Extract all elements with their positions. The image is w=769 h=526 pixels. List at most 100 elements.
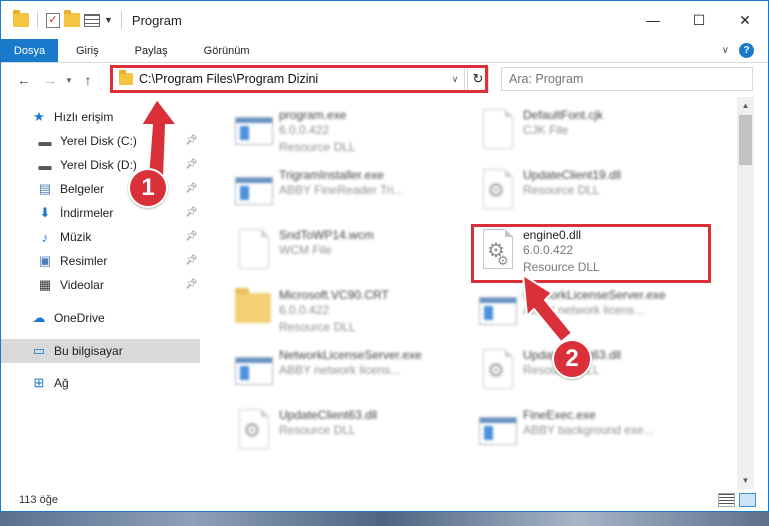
up-button[interactable]: ↑: [75, 72, 101, 88]
file-name: UpdateClient63.dll: [279, 408, 378, 422]
sidebar-item-label: Belgeler: [60, 182, 105, 196]
folder-icon: [13, 10, 29, 27]
file-description: ABBY FineReader Tri...: [279, 183, 404, 197]
application-icon: [477, 409, 519, 457]
file-name: FineExec.exe: [523, 408, 596, 422]
sidebar-item-local-disk-d[interactable]: ▬ Yerel Disk (D:) 📌︎: [1, 153, 200, 177]
file-item[interactable]: NetworkLicenseServer.exe ABBY network lic…: [227, 347, 457, 405]
sidebar-item-label: Müzik: [60, 230, 92, 244]
file-name: Microsoft.VC90.CRT: [279, 288, 389, 302]
large-icons-view-icon[interactable]: [739, 493, 756, 507]
file-item[interactable]: ⚙ UpdateClient63.dllResource DLL: [227, 407, 457, 465]
pin-icon[interactable]: 📌︎: [185, 183, 198, 194]
file-item[interactable]: SndToWP14.wcm WCM File: [227, 227, 457, 285]
sidebar-item-downloads[interactable]: ⬇ İndirmeler 📌︎: [1, 201, 200, 225]
file-description: ABBY network licens...: [279, 363, 401, 377]
title-bar: ✓ ▼ Program — ☐ ✕: [1, 1, 768, 39]
scroll-up-icon[interactable]: ▲: [737, 97, 754, 114]
sidebar-item-quick-access[interactable]: ★ Hızlı erişim: [1, 105, 200, 129]
ribbon-right-controls: ∨ ?: [722, 43, 754, 58]
document-icon: [233, 229, 275, 277]
scroll-down-icon[interactable]: ▼: [737, 472, 754, 489]
dll-gear-icon: ⚙: [477, 349, 519, 397]
file-type: WCM File: [279, 243, 332, 257]
pin-icon[interactable]: 📌︎: [185, 279, 198, 290]
file-name: program.exe: [279, 108, 347, 122]
file-item[interactable]: program.exe 6.0.0.422 Resource DLL: [227, 107, 457, 165]
view-options-icon[interactable]: [84, 13, 100, 27]
divider: [37, 11, 38, 29]
file-name: SndToWP14.wcm: [279, 228, 374, 242]
document-icon: [477, 109, 519, 157]
sidebar-item-label: Resimler: [60, 254, 108, 268]
back-button[interactable]: ←: [11, 72, 37, 88]
pin-icon[interactable]: 📌︎: [185, 159, 198, 170]
minimize-button[interactable]: —: [630, 1, 676, 39]
sidebar-item-label: Yerel Disk (D:): [60, 158, 137, 172]
customize-toolbar-chevron-icon[interactable]: ▼: [104, 15, 113, 25]
details-view-icon[interactable]: [718, 493, 735, 507]
close-button[interactable]: ✕: [722, 1, 768, 39]
file-name: DefaultFont.cjk: [523, 108, 604, 122]
tab-view[interactable]: Görünüm: [186, 39, 268, 62]
tab-share[interactable]: Paylaş: [117, 39, 186, 62]
expand-ribbon-chevron-icon[interactable]: ∨: [722, 45, 729, 56]
file-item[interactable]: ⚙ UpdateClient19.dll Resource DLL: [471, 167, 701, 225]
videos-icon: ▦: [38, 277, 52, 292]
window-title: Program: [131, 12, 182, 28]
application-icon: [233, 169, 275, 217]
file-version: 6.0.0.422: [279, 303, 330, 317]
pin-icon[interactable]: 📌︎: [185, 255, 198, 266]
download-icon: ⬇: [39, 205, 51, 220]
file-item[interactable]: FineExec.exe ABBY background exe...: [471, 407, 701, 465]
desktop-background: [0, 512, 769, 526]
properties-icon[interactable]: ✓: [46, 12, 60, 28]
pictures-icon: ▣: [38, 253, 52, 268]
address-highlight-box: [110, 65, 488, 93]
application-icon: [477, 289, 519, 337]
sidebar-item-this-pc[interactable]: ▭ Bu bilgisayar: [1, 339, 200, 363]
file-name: TrigramInstaller.exe: [279, 168, 384, 182]
help-icon[interactable]: ?: [739, 43, 754, 58]
tab-home[interactable]: Giriş: [58, 39, 117, 62]
step-2-badge: 2: [552, 339, 592, 379]
forward-button[interactable]: →: [37, 72, 63, 88]
vertical-scrollbar[interactable]: ▲ ▼: [737, 97, 754, 489]
sidebar-item-music[interactable]: ♪ Müzik 📌︎: [1, 225, 200, 249]
file-item[interactable]: DefaultFont.cjk CJK File: [471, 107, 701, 165]
sidebar-item-label: Ağ: [54, 376, 69, 390]
computer-icon: ▭: [32, 343, 46, 358]
sidebar-item-pictures[interactable]: ▣ Resimler 📌︎: [1, 249, 200, 273]
scrollbar-thumb[interactable]: [739, 115, 752, 165]
sidebar-item-network[interactable]: ⊞ Ağ: [1, 371, 200, 395]
file-version: 6.0.0.422: [279, 123, 330, 137]
file-item[interactable]: NetworkLicenseServer.exe ABBY network lic…: [471, 287, 701, 345]
sidebar-item-videos[interactable]: ▦ Videolar 📌︎: [1, 273, 200, 297]
recent-locations-chevron-icon[interactable]: ▼: [63, 76, 75, 85]
file-type: Resource DLL: [279, 140, 356, 154]
sidebar-item-label: Hızlı erişim: [54, 110, 114, 124]
dll-gear-icon: ⚙: [477, 169, 519, 217]
new-folder-icon[interactable]: [64, 10, 80, 27]
file-highlight-box: [471, 224, 711, 283]
tab-file[interactable]: Dosya: [1, 39, 58, 62]
star-icon: ★: [33, 109, 45, 124]
file-name: NetworkLicenseServer.exe: [279, 348, 422, 362]
search-input[interactable]: Ara: Program: [501, 67, 753, 91]
setup-exe-icon: [233, 109, 275, 157]
pin-icon[interactable]: 📌︎: [185, 207, 198, 218]
navigation-pane: ★ Hızlı erişim ▬ Yerel Disk (C:) 📌︎ ▬ Ye…: [1, 101, 205, 479]
file-item[interactable]: Microsoft.VC90.CRT 6.0.0.422 Resource DLL: [227, 287, 457, 345]
sidebar-item-label: Yerel Disk (C:): [60, 134, 137, 148]
sidebar-item-local-disk-c[interactable]: ▬ Yerel Disk (C:) 📌︎: [1, 129, 200, 153]
pin-icon[interactable]: 📌︎: [185, 135, 198, 146]
sidebar-item-documents[interactable]: ▤ Belgeler 📌︎: [1, 177, 200, 201]
view-switcher: [718, 493, 756, 507]
pin-icon[interactable]: 📌︎: [185, 231, 198, 242]
maximize-button[interactable]: ☐: [676, 1, 722, 39]
sidebar-item-onedrive[interactable]: ☁ OneDrive: [1, 306, 200, 330]
status-bar: 113 öğe: [1, 489, 768, 511]
ribbon-tabs: Dosya Giriş Paylaş Görünüm ∨ ?: [1, 39, 768, 63]
sidebar-item-label: İndirmeler: [60, 206, 114, 220]
file-item[interactable]: TrigramInstaller.exe ABBY FineReader Tri.…: [227, 167, 457, 225]
